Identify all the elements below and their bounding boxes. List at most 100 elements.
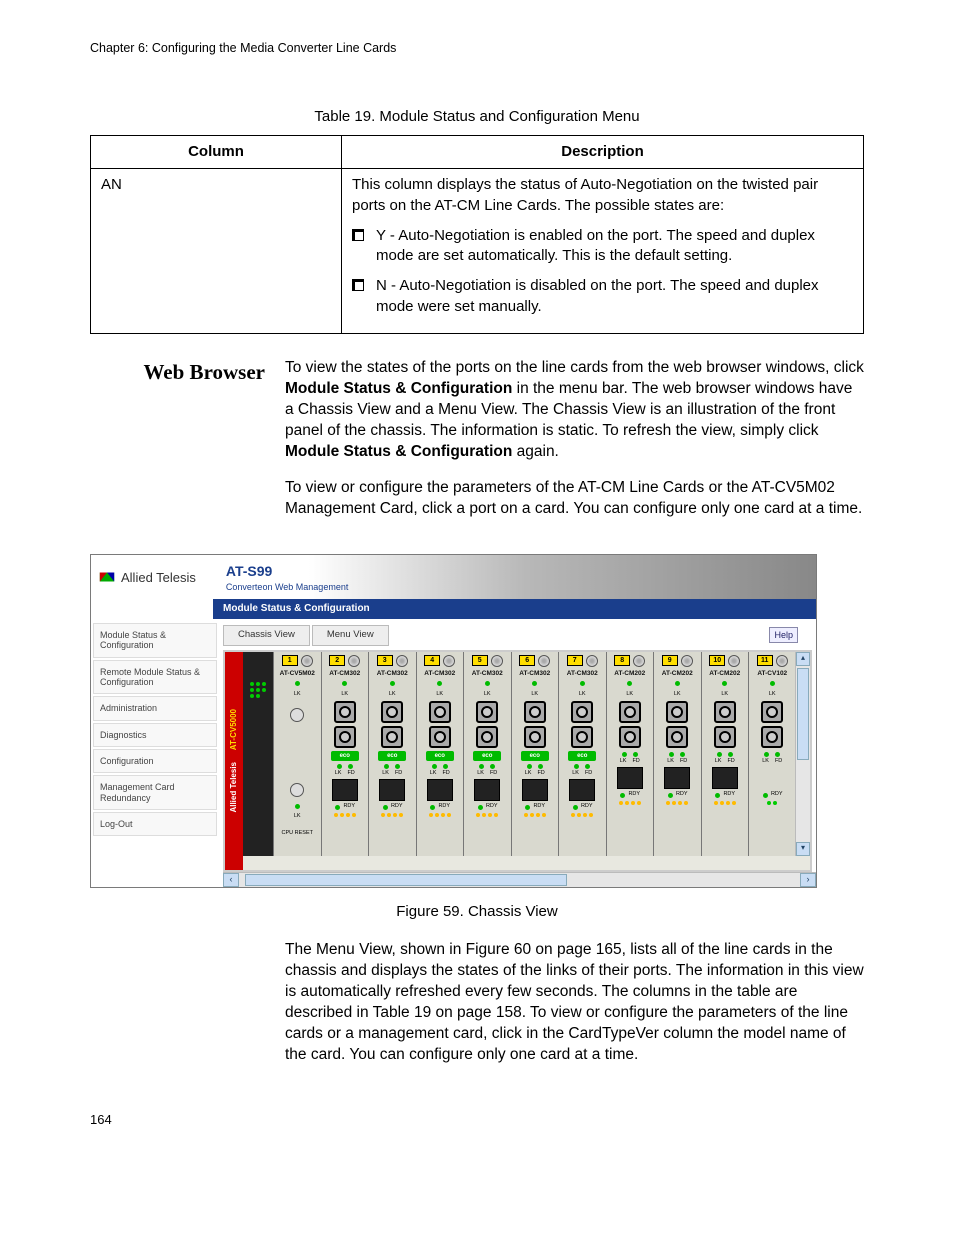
slot-5[interactable]: 5AT-CM302LKecoLKFDRDY bbox=[464, 652, 512, 856]
cpu-reset-label: CPU RESET bbox=[274, 830, 321, 837]
nav-administration[interactable]: Administration bbox=[93, 696, 217, 720]
mgmt-port-icon[interactable] bbox=[290, 783, 304, 797]
slot-1[interactable]: 1AT-CV5M02LKLKCPU RESET bbox=[274, 652, 322, 856]
scroll-thumb[interactable] bbox=[797, 668, 809, 760]
fiber-port-icon[interactable] bbox=[761, 726, 783, 748]
slot-3[interactable]: 3AT-CM302LKecoLKFDRDY bbox=[369, 652, 417, 856]
scroll-up-icon[interactable]: ▴ bbox=[796, 652, 810, 666]
fiber-port-icon[interactable] bbox=[714, 726, 736, 748]
rj45-port-icon[interactable] bbox=[664, 767, 690, 789]
tab-chassis-view[interactable]: Chassis View bbox=[223, 625, 310, 646]
fiber-port-icon[interactable] bbox=[381, 726, 403, 748]
rj45-port-icon[interactable] bbox=[332, 779, 358, 801]
led-icon bbox=[538, 764, 543, 769]
scroll-left-icon[interactable]: ‹ bbox=[223, 873, 239, 887]
led-icon bbox=[619, 801, 623, 805]
lk-label: LK bbox=[274, 813, 321, 820]
led-icon bbox=[722, 681, 727, 686]
tab-menu-view[interactable]: Menu View bbox=[312, 625, 389, 646]
slot-11[interactable]: 11AT-CV102LKLKFDRDY bbox=[749, 652, 797, 856]
slot-4[interactable]: 4AT-CM302LKecoLKFDRDY bbox=[417, 652, 465, 856]
slot-type-label: AT-CV5M02 bbox=[274, 670, 321, 679]
led-icon bbox=[573, 805, 578, 810]
slot-6[interactable]: 6AT-CM302LKecoLKFDRDY bbox=[512, 652, 560, 856]
fiber-port-icon[interactable] bbox=[476, 701, 498, 723]
fiber-port-icon[interactable] bbox=[429, 726, 451, 748]
mgmt-port-icon[interactable] bbox=[290, 708, 304, 722]
fiber-port-icon[interactable] bbox=[619, 726, 641, 748]
text: again. bbox=[512, 443, 559, 460]
scroll-down-icon[interactable]: ▾ bbox=[796, 842, 810, 856]
fan-icon bbox=[396, 655, 408, 667]
fiber-port-icon[interactable] bbox=[666, 726, 688, 748]
fiber-port-icon[interactable] bbox=[619, 701, 641, 723]
slot-8[interactable]: 8AT-CM202LKLKFDRDY bbox=[607, 652, 655, 856]
table-header-description: Description bbox=[342, 136, 864, 169]
horizontal-scrollbar[interactable]: ‹ › bbox=[223, 872, 816, 887]
lk-label: LK bbox=[417, 691, 464, 698]
rj45-port-icon[interactable] bbox=[427, 779, 453, 801]
fan-icon bbox=[348, 655, 360, 667]
fiber-port-icon[interactable] bbox=[571, 726, 593, 748]
lk-label: LK bbox=[749, 691, 796, 698]
rj45-port-icon[interactable] bbox=[379, 779, 405, 801]
eco-badge: eco bbox=[378, 751, 406, 761]
rdy-label: RDY bbox=[343, 803, 355, 810]
fiber-port-icon[interactable] bbox=[761, 701, 783, 723]
lk-label: LK bbox=[382, 770, 389, 777]
slot-number: 6 bbox=[519, 655, 535, 666]
nav-diagnostics[interactable]: Diagnostics bbox=[93, 723, 217, 747]
led-icon bbox=[295, 804, 300, 809]
fiber-port-icon[interactable] bbox=[334, 701, 356, 723]
lk-label: LK bbox=[464, 691, 511, 698]
fd-label: FD bbox=[727, 758, 734, 765]
slot-number: 7 bbox=[567, 655, 583, 666]
nav-remote-module-status[interactable]: Remote Module Status & Configuration bbox=[93, 660, 217, 695]
fiber-port-icon[interactable] bbox=[334, 726, 356, 748]
led-icon bbox=[430, 805, 435, 810]
help-button[interactable]: Help bbox=[769, 627, 798, 643]
nav-logout[interactable]: Log-Out bbox=[93, 812, 217, 836]
lk-label: LK bbox=[559, 691, 606, 698]
slot-9[interactable]: 9AT-CM202LKLKFDRDY bbox=[654, 652, 702, 856]
fd-label: FD bbox=[490, 770, 497, 777]
led-icon bbox=[666, 801, 670, 805]
led-icon bbox=[775, 752, 780, 757]
slot-number: 2 bbox=[329, 655, 345, 666]
led-icon bbox=[669, 752, 674, 757]
fiber-port-icon[interactable] bbox=[571, 701, 593, 723]
nav-module-status[interactable]: Module Status & Configuration bbox=[93, 623, 217, 658]
lk-label: LK bbox=[322, 691, 369, 698]
fiber-port-icon[interactable] bbox=[476, 726, 498, 748]
fiber-port-icon[interactable] bbox=[666, 701, 688, 723]
lk-label: LK bbox=[512, 691, 559, 698]
scroll-right-icon[interactable]: › bbox=[800, 873, 816, 887]
bullet-icon bbox=[352, 279, 364, 291]
slot-10[interactable]: 10AT-CM202LKLKFDRDY bbox=[702, 652, 750, 856]
lk-label: LK bbox=[715, 758, 722, 765]
rj45-port-icon[interactable] bbox=[474, 779, 500, 801]
rj45-port-icon[interactable] bbox=[569, 779, 595, 801]
lk-label: LK bbox=[335, 770, 342, 777]
led-icon bbox=[726, 801, 730, 805]
fiber-port-icon[interactable] bbox=[381, 701, 403, 723]
slot-7[interactable]: 7AT-CM302LKecoLKFDRDY bbox=[559, 652, 607, 856]
slot-number: 9 bbox=[662, 655, 678, 666]
led-icon bbox=[346, 813, 350, 817]
nav-configuration[interactable]: Configuration bbox=[93, 749, 217, 773]
table-cell-description: This column displays the status of Auto-… bbox=[342, 169, 864, 334]
console-slot[interactable] bbox=[243, 652, 274, 856]
fd-label: FD bbox=[680, 758, 687, 765]
slot-type-label: AT-CM202 bbox=[654, 670, 701, 679]
scroll-thumb[interactable] bbox=[245, 874, 567, 886]
fiber-port-icon[interactable] bbox=[524, 726, 546, 748]
vertical-scrollbar[interactable]: ▴ ▾ bbox=[795, 652, 810, 856]
fiber-port-icon[interactable] bbox=[714, 701, 736, 723]
slot-2[interactable]: 2AT-CM302LKecoLKFDRDY bbox=[322, 652, 370, 856]
rj45-port-icon[interactable] bbox=[712, 767, 738, 789]
fiber-port-icon[interactable] bbox=[429, 701, 451, 723]
rj45-port-icon[interactable] bbox=[522, 779, 548, 801]
fiber-port-icon[interactable] bbox=[524, 701, 546, 723]
rj45-port-icon[interactable] bbox=[617, 767, 643, 789]
nav-mgmt-card-redundancy[interactable]: Management Card Redundancy bbox=[93, 775, 217, 810]
